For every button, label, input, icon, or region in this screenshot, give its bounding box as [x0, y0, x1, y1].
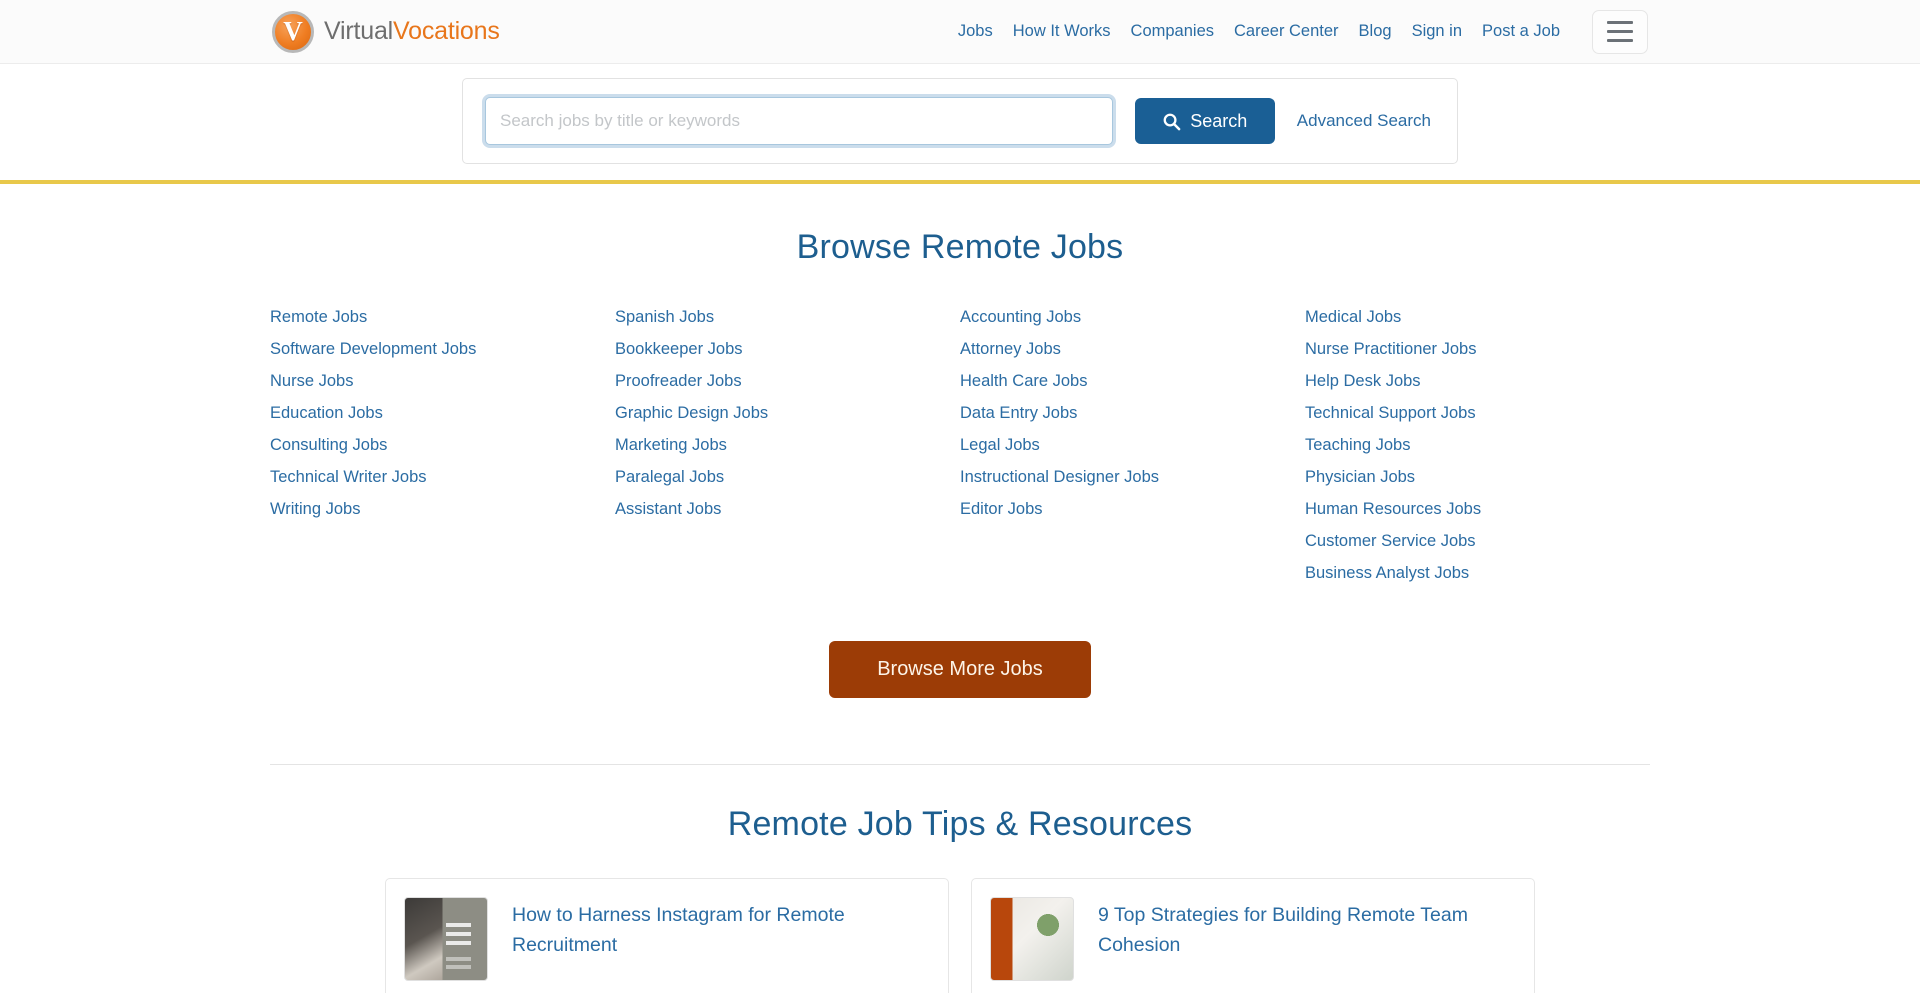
job-category-column: Remote Jobs Software Development Jobs Nu…	[270, 301, 615, 589]
job-category-link[interactable]: Data Entry Jobs	[960, 397, 1077, 429]
job-category-link[interactable]: Paralegal Jobs	[615, 461, 724, 493]
job-category-link[interactable]: Physician Jobs	[1305, 461, 1415, 493]
search-card: Search Advanced Search	[462, 78, 1458, 164]
nav-link-companies[interactable]: Companies	[1121, 22, 1224, 41]
article-card[interactable]: How to Harness Instagram for Remote Recr…	[385, 878, 949, 993]
hamburger-line	[1607, 30, 1633, 33]
job-category-column: Accounting Jobs Attorney Jobs Health Car…	[960, 301, 1305, 589]
job-category-link[interactable]: Nurse Jobs	[270, 365, 353, 397]
search-button-label: Search	[1190, 110, 1248, 131]
search-band: Search Advanced Search	[0, 64, 1920, 184]
main-navigation: Jobs How It Works Companies Career Cente…	[958, 9, 1648, 54]
logo-letter: V	[283, 15, 303, 46]
tips-resources-section: Remote Job Tips & Resources How to Harne…	[0, 765, 1920, 993]
job-category-link[interactable]: Consulting Jobs	[270, 429, 387, 461]
job-category-link[interactable]: Customer Service Jobs	[1305, 525, 1476, 557]
job-category-link[interactable]: Human Resources Jobs	[1305, 493, 1481, 525]
site-header: V VirtualVocations Jobs How It Works Com…	[0, 0, 1920, 64]
tips-section-title: Remote Job Tips & Resources	[727, 805, 1193, 843]
job-category-link[interactable]: Spanish Jobs	[615, 301, 714, 333]
logo-wordmark: VirtualVocations	[324, 17, 500, 46]
article-title: How to Harness Instagram for Remote Recr…	[512, 904, 845, 956]
advanced-search-link[interactable]: Advanced Search	[1297, 111, 1435, 131]
magnifying-glass-icon	[1163, 113, 1181, 130]
job-category-link[interactable]: Medical Jobs	[1305, 301, 1401, 333]
nav-link-post-a-job[interactable]: Post a Job	[1472, 22, 1570, 41]
job-category-link[interactable]: Software Development Jobs	[270, 333, 476, 365]
job-category-column: Spanish Jobs Bookkeeper Jobs Proofreader…	[615, 301, 960, 589]
job-category-link[interactable]: Technical Writer Jobs	[270, 461, 427, 493]
browse-section-title: Browse Remote Jobs	[796, 228, 1124, 266]
logo-badge-icon: V	[272, 10, 314, 53]
job-category-link[interactable]: Health Care Jobs	[960, 365, 1087, 397]
article-card[interactable]: 9 Top Strategies for Building Remote Tea…	[971, 878, 1535, 993]
job-category-link[interactable]: Instructional Designer Jobs	[960, 461, 1159, 493]
job-category-link[interactable]: Bookkeeper Jobs	[615, 333, 743, 365]
job-category-link[interactable]: Remote Jobs	[270, 301, 367, 333]
job-category-column: Medical Jobs Nurse Practitioner Jobs Hel…	[1305, 301, 1650, 589]
logo-text-vocations: Vocations	[393, 17, 500, 45]
browse-more-wrapper: Browse More Jobs	[0, 641, 1920, 698]
job-category-link[interactable]: Nurse Practitioner Jobs	[1305, 333, 1477, 365]
job-category-link[interactable]: Graphic Design Jobs	[615, 397, 768, 429]
job-category-link[interactable]: Business Analyst Jobs	[1305, 557, 1469, 589]
job-category-link[interactable]: Proofreader Jobs	[615, 365, 742, 397]
search-input[interactable]	[485, 97, 1113, 145]
nav-link-how-it-works[interactable]: How It Works	[1003, 22, 1121, 41]
job-category-link[interactable]: Legal Jobs	[960, 429, 1040, 461]
browse-remote-jobs-section: Browse Remote Jobs Remote Jobs Software …	[0, 184, 1920, 698]
job-category-link[interactable]: Attorney Jobs	[960, 333, 1061, 365]
nav-link-blog[interactable]: Blog	[1349, 22, 1402, 41]
job-category-link[interactable]: Editor Jobs	[960, 493, 1043, 525]
job-category-link[interactable]: Marketing Jobs	[615, 429, 727, 461]
search-button[interactable]: Search	[1134, 98, 1275, 144]
hands-laptop-plant-thumbnail	[990, 897, 1074, 981]
article-card-grid: How to Harness Instagram for Remote Recr…	[385, 878, 1535, 993]
logo-text-virtual: Virtual	[324, 17, 394, 45]
job-category-link[interactable]: Assistant Jobs	[615, 493, 721, 525]
job-category-link[interactable]: Help Desk Jobs	[1305, 365, 1421, 397]
job-category-grid: Remote Jobs Software Development Jobs Nu…	[270, 301, 1650, 589]
job-category-link[interactable]: Teaching Jobs	[1305, 429, 1411, 461]
nav-link-career-center[interactable]: Career Center	[1224, 22, 1349, 41]
laptop-instagram-thumbnail	[404, 897, 488, 981]
job-category-link[interactable]: Accounting Jobs	[960, 301, 1081, 333]
hamburger-line	[1607, 39, 1633, 42]
job-category-link[interactable]: Education Jobs	[270, 397, 383, 429]
job-category-link[interactable]: Writing Jobs	[270, 493, 360, 525]
search-input-wrapper	[485, 97, 1113, 145]
hamburger-line	[1607, 21, 1633, 24]
nav-link-sign-in[interactable]: Sign in	[1402, 22, 1472, 41]
hamburger-menu-icon[interactable]	[1592, 9, 1648, 54]
nav-link-jobs[interactable]: Jobs	[958, 22, 1003, 41]
job-category-link[interactable]: Technical Support Jobs	[1305, 397, 1476, 429]
article-title: 9 Top Strategies for Building Remote Tea…	[1098, 904, 1468, 956]
site-logo[interactable]: V VirtualVocations	[272, 10, 500, 53]
browse-more-jobs-button[interactable]: Browse More Jobs	[829, 641, 1091, 698]
